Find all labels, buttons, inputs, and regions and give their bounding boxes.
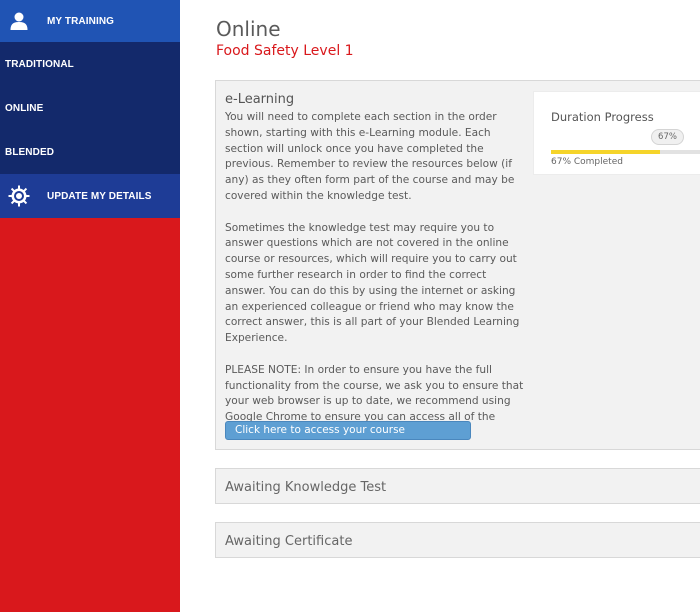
sidebar-item-online[interactable]: ONLINE xyxy=(0,86,180,130)
sidebar-item-label: MY TRAINING xyxy=(47,15,115,27)
elearning-instructions: You will need to complete each section i… xyxy=(225,110,525,442)
elearning-panel: e-Learning You will need to complete eac… xyxy=(215,80,700,450)
sidebar: MY TRAINING TRADITIONAL ONLINE BLENDED U… xyxy=(0,0,180,612)
progress-title: Duration Progress xyxy=(551,110,654,124)
sidebar-item-label: TRADITIONAL xyxy=(5,58,74,70)
sidebar-item-blended[interactable]: BLENDED xyxy=(0,130,180,174)
progress-percent-bubble: 67% xyxy=(651,129,684,145)
instruction-paragraph: You will need to complete each section i… xyxy=(225,111,515,202)
knowledge-test-title: Awaiting Knowledge Test xyxy=(225,480,387,495)
main-content: Online Food Safety Level 1 e-Learning Yo… xyxy=(180,0,700,612)
instruction-paragraph: Sometimes the knowledge test may require… xyxy=(225,221,520,345)
certificate-title: Awaiting Certificate xyxy=(225,534,353,549)
sidebar-item-update-my-details[interactable]: UPDATE MY DETAILS xyxy=(0,174,180,218)
course-title: Food Safety Level 1 xyxy=(216,43,354,59)
progress-bar-fill xyxy=(551,150,661,154)
sidebar-item-my-training[interactable]: MY TRAINING xyxy=(0,0,180,42)
knowledge-test-panel[interactable]: Awaiting Knowledge Test xyxy=(215,468,700,504)
sidebar-item-label: BLENDED xyxy=(5,146,55,158)
gear-icon xyxy=(8,185,30,207)
page-title: Online xyxy=(216,17,281,41)
elearning-title: e-Learning xyxy=(225,92,295,107)
progress-caption: 67% Completed xyxy=(551,157,623,167)
user-icon xyxy=(8,10,30,32)
sidebar-item-traditional[interactable]: TRADITIONAL xyxy=(0,42,180,86)
access-course-button[interactable]: Click here to access your course xyxy=(225,421,471,440)
duration-progress-card: Duration Progress 67% 67% Completed xyxy=(533,91,700,175)
certificate-panel[interactable]: Awaiting Certificate xyxy=(215,522,700,558)
sidebar-item-label: ONLINE xyxy=(5,102,44,114)
sidebar-item-label: UPDATE MY DETAILS xyxy=(47,190,152,202)
progress-bar xyxy=(551,150,700,154)
